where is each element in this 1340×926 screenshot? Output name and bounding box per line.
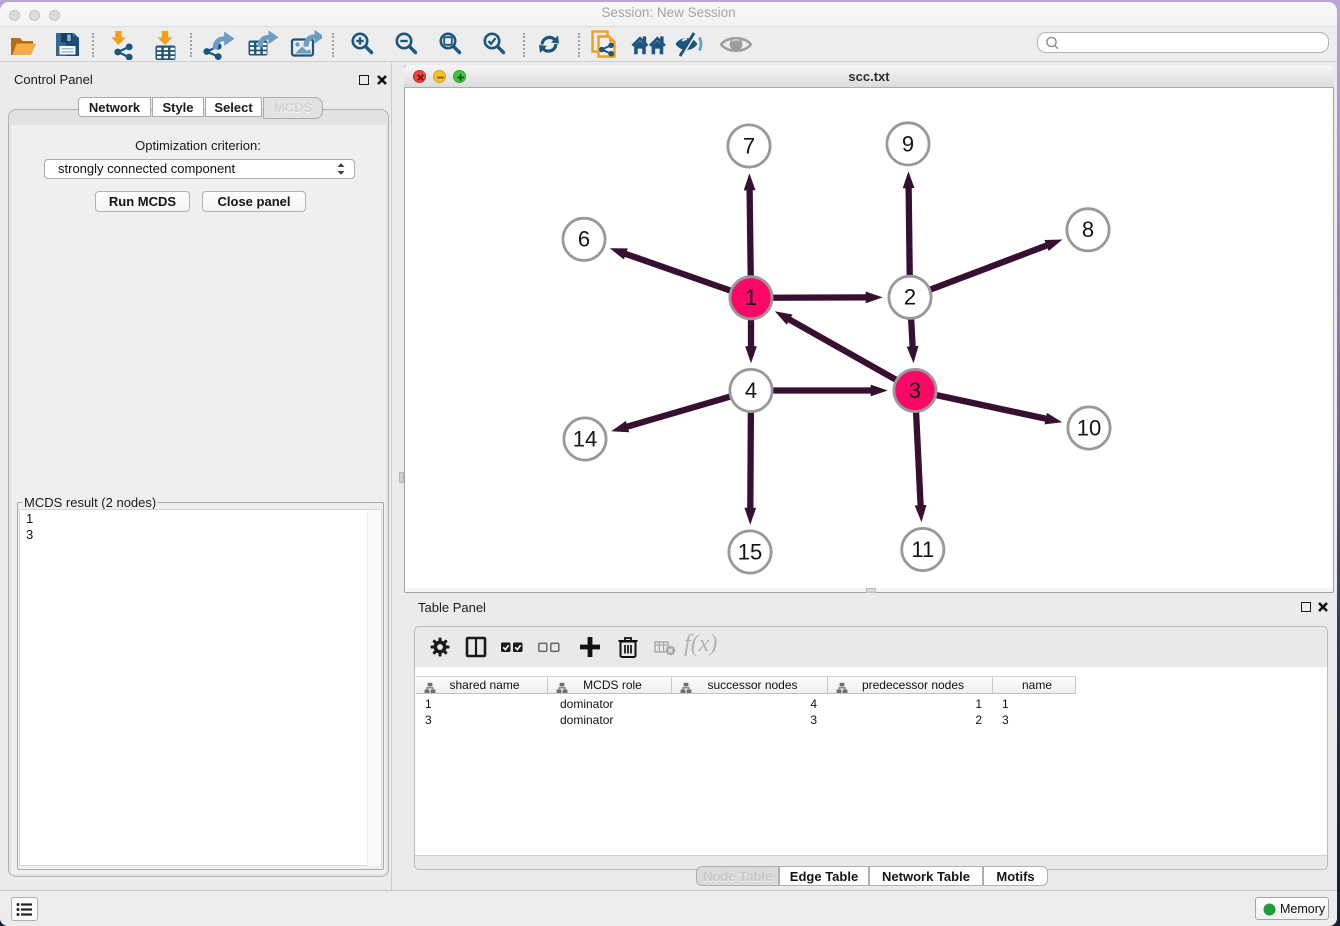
svg-text:2: 2	[904, 285, 916, 310]
svg-text:4: 4	[745, 378, 757, 403]
svg-text:3: 3	[909, 378, 921, 403]
svg-text:1: 1	[745, 285, 757, 310]
svg-text:15: 15	[738, 539, 762, 564]
svg-text:11: 11	[911, 537, 934, 562]
svg-text:9: 9	[902, 131, 914, 156]
svg-text:14: 14	[573, 426, 597, 451]
svg-text:7: 7	[743, 133, 755, 158]
svg-text:10: 10	[1077, 415, 1101, 440]
svg-text:8: 8	[1082, 217, 1094, 242]
svg-text:6: 6	[578, 227, 590, 252]
